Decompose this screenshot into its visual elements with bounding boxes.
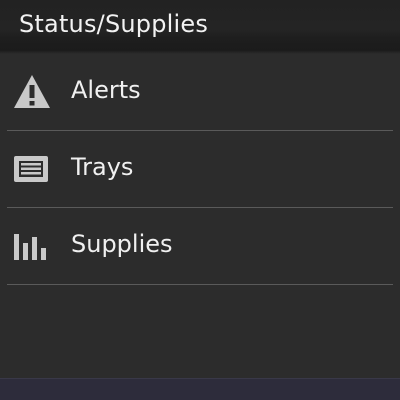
status-supplies-screen: Status/Supplies Alerts Trays Supplies (0, 0, 400, 400)
menu-item-label: Alerts (71, 76, 141, 104)
menu-item-trays[interactable]: Trays (7, 131, 393, 208)
tray-icon (13, 151, 51, 187)
menu-item-alerts[interactable]: Alerts (7, 54, 393, 131)
status-menu: Alerts Trays Supplies (0, 54, 400, 285)
menu-item-supplies[interactable]: Supplies (7, 208, 393, 285)
page-title: Status/Supplies (19, 10, 209, 38)
menu-item-label: Supplies (71, 230, 173, 258)
bottom-bar (0, 378, 400, 400)
supplies-bars-icon (13, 228, 51, 264)
header-bar: Status/Supplies (0, 0, 400, 50)
menu-item-label: Trays (71, 153, 134, 181)
warning-triangle-icon (13, 74, 51, 110)
